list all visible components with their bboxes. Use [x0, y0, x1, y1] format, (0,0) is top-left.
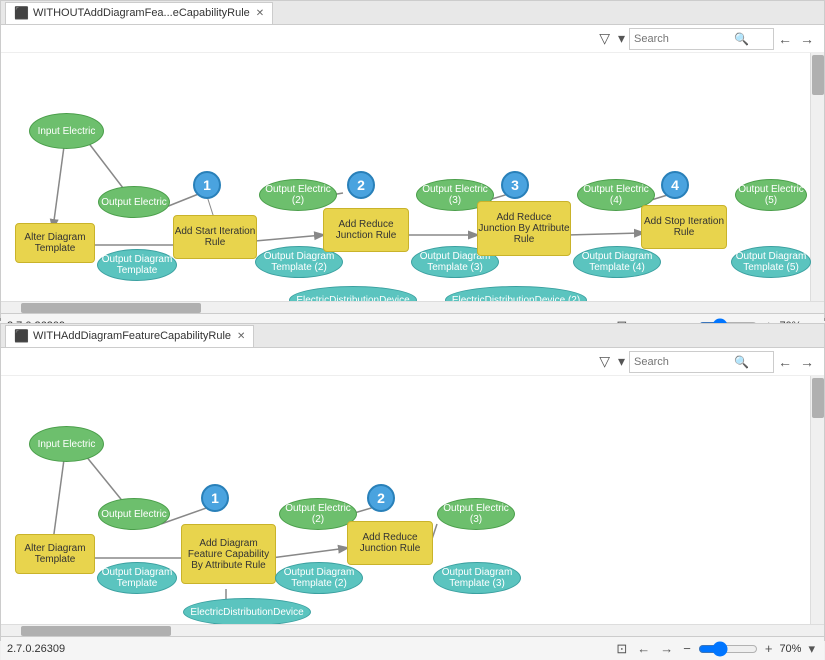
circle-1[interactable]: 1 [193, 171, 221, 199]
circle-4[interactable]: 4 [661, 171, 689, 199]
circle-3[interactable]: 3 [501, 171, 529, 199]
b-node-add-reduce-junction[interactable]: Add Reduce Junction Rule [347, 521, 433, 565]
b-node-input-electric[interactable]: Input Electric [29, 426, 104, 462]
b-node-output-electric[interactable]: Output Electric [98, 498, 170, 530]
node-output-diagram-5[interactable]: Output Diagram Template (5) [731, 246, 811, 278]
node-add-reduce-junction[interactable]: Add Reduce Junction Rule [323, 208, 409, 252]
node-add-reduce-by-attribute[interactable]: Add Reduce Junction By Attribute Rule [477, 201, 571, 256]
top-tab[interactable]: ⬛ WITHOUTAddDiagramFea...eCapabilityRule… [5, 2, 273, 24]
top-tab-close[interactable]: ✕ [256, 8, 264, 19]
node-alter-diagram[interactable]: Alter Diagram Template [15, 223, 95, 263]
node-add-start-iteration[interactable]: Add Start Iteration Rule [173, 215, 257, 259]
top-v-scroll-thumb[interactable] [812, 55, 824, 95]
bottom-v-scroll-thumb[interactable] [812, 378, 824, 418]
node-output-electric[interactable]: Output Electric [98, 186, 170, 218]
node-output-diagram[interactable]: Output Diagram Template [97, 249, 177, 281]
node-output-diagram-4[interactable]: Output Diagram Template (4) [573, 246, 661, 278]
top-diagram-area: Input Electric Output Electric Alter Dia… [1, 53, 824, 301]
bottom-h-scroll[interactable] [1, 624, 824, 636]
b-node-add-diagram-feature[interactable]: Add Diagram Feature Capability By Attrib… [181, 524, 276, 584]
filter-dropdown[interactable]: ▾ [614, 28, 629, 49]
top-v-scroll[interactable] [810, 53, 824, 301]
top-search-box: 🔍 [629, 28, 774, 50]
top-toolbar: ▽ ▾ 🔍 ← → [1, 25, 824, 53]
bottom-toolbar: ▽ ▾ 🔍 ← → [1, 348, 824, 376]
b-node-output-diagram-2[interactable]: Output Diagram Template (2) [275, 562, 363, 594]
filter-button[interactable]: ▽ [595, 28, 614, 49]
bottom-search-box: 🔍 [629, 351, 774, 373]
node-input-electric[interactable]: Input Electric [29, 113, 104, 149]
circle-2[interactable]: 2 [347, 171, 375, 199]
bottom-search-icon: 🔍 [730, 355, 753, 369]
top-search-input[interactable] [630, 33, 730, 45]
top-panel: ⬛ WITHOUTAddDiagramFea...eCapabilityRule… [0, 0, 825, 318]
b-node-output-electric-2[interactable]: Output Electric (2) [279, 498, 357, 530]
bottom-diagram-area: Input Electric Output Electric Alter Dia… [1, 376, 824, 624]
bottom-tab-icon: ⬛ [14, 329, 29, 343]
bottom-filter-dropdown[interactable]: ▾ [614, 351, 629, 372]
b-node-alter-diagram[interactable]: Alter Diagram Template [15, 534, 95, 574]
top-tab-bar: ⬛ WITHOUTAddDiagramFea...eCapabilityRule… [1, 1, 824, 25]
b-node-output-diagram-3[interactable]: Output Diagram Template (3) [433, 562, 521, 594]
bottom-status-bar: 2.7.0.26309 ⊡ ← → − + 70% ▾ [1, 636, 824, 660]
bottom-nav-prev[interactable]: ← [774, 352, 796, 372]
top-nav-prev[interactable]: ← [774, 29, 796, 49]
bottom-search-input[interactable] [630, 356, 730, 368]
node-output-electric-2[interactable]: Output Electric (2) [259, 179, 337, 211]
b-node-elec-dist-device[interactable]: ElectricDistributionDevice [183, 598, 311, 624]
bottom-panel: ⬛ WITHAddDiagramFeatureCapabilityRule ✕ … [0, 323, 825, 641]
b-node-output-diagram[interactable]: Output Diagram Template [97, 562, 177, 594]
b-circle-2[interactable]: 2 [367, 484, 395, 512]
tab-icon: ⬛ [14, 6, 29, 20]
top-search-icon: 🔍 [730, 32, 753, 46]
bottom-h-scroll-thumb[interactable] [21, 626, 171, 636]
bottom-filter-button[interactable]: ▽ [595, 351, 614, 372]
bottom-tab-label: WITHAddDiagramFeatureCapabilityRule [33, 330, 231, 342]
top-h-scroll[interactable] [1, 301, 824, 313]
bottom-tab-close[interactable]: ✕ [237, 331, 245, 342]
bottom-v-scroll[interactable] [810, 376, 824, 624]
top-h-scroll-thumb[interactable] [21, 303, 201, 313]
node-output-electric-5[interactable]: Output Electric (5) [735, 179, 807, 211]
b-node-output-electric-3[interactable]: Output Electric (3) [437, 498, 515, 530]
bottom-tab[interactable]: ⬛ WITHAddDiagramFeatureCapabilityRule ✕ [5, 325, 254, 347]
node-add-stop-iteration[interactable]: Add Stop Iteration Rule [641, 205, 727, 249]
top-tab-label: WITHOUTAddDiagramFea...eCapabilityRule [33, 7, 250, 19]
top-nav-next[interactable]: → [796, 29, 818, 49]
b-circle-1[interactable]: 1 [201, 484, 229, 512]
bottom-nav-next[interactable]: → [796, 352, 818, 372]
bottom-tab-bar: ⬛ WITHAddDiagramFeatureCapabilityRule ✕ [1, 324, 824, 348]
